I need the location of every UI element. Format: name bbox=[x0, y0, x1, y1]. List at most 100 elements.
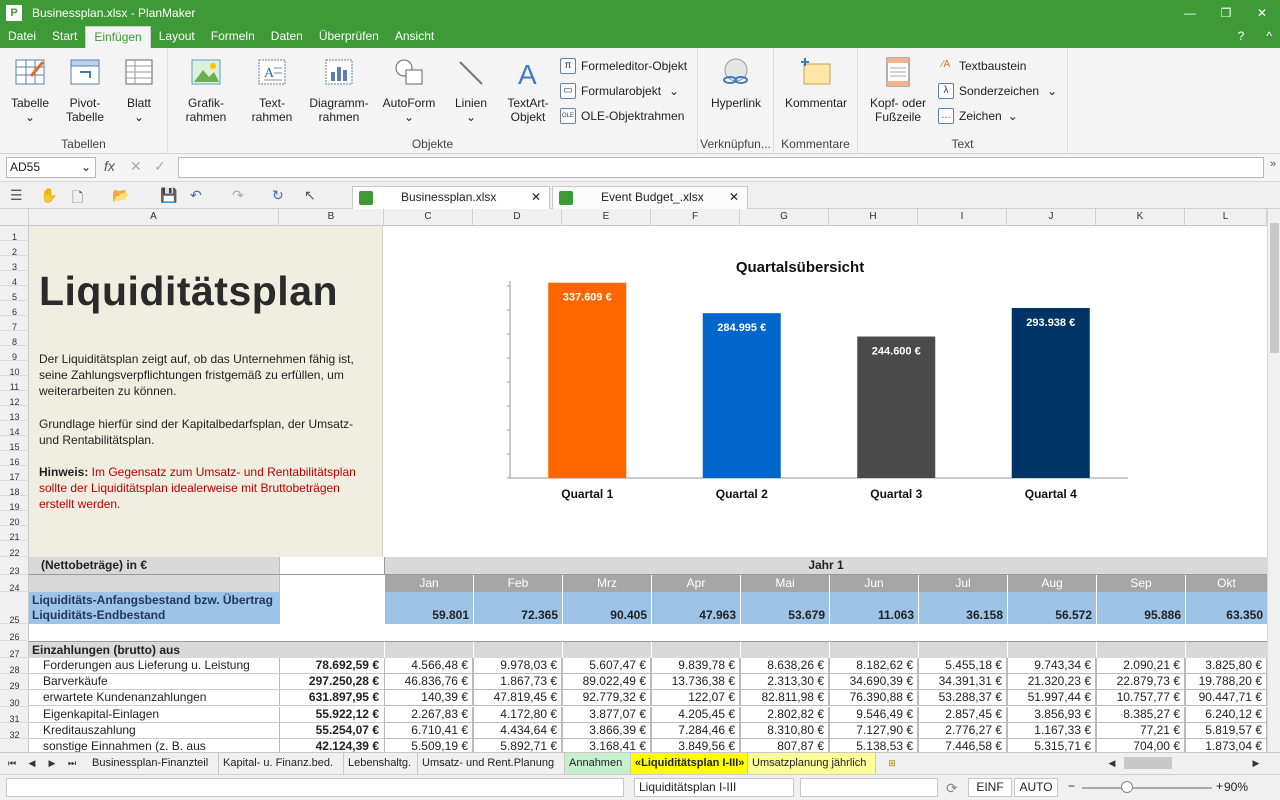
row-header[interactable]: 8 bbox=[0, 331, 29, 347]
chart-bar[interactable] bbox=[857, 336, 936, 478]
item-value[interactable]: 2.802,82 € bbox=[740, 707, 829, 723]
item-value[interactable]: 92.779,32 € bbox=[562, 690, 651, 706]
item-value[interactable]: 34.391,31 € bbox=[918, 674, 1007, 690]
opening-value[interactable]: 47.963 bbox=[651, 592, 740, 624]
insert-mode[interactable]: EINF bbox=[968, 778, 1012, 797]
characters-button[interactable]: … Zeichen ⌄ bbox=[938, 106, 1018, 126]
zoom-in-icon[interactable]: + bbox=[1216, 779, 1223, 793]
item-label[interactable]: Forderungen aus Lieferung u. Leistung bbox=[29, 658, 279, 674]
item-value[interactable]: 90.447,71 € bbox=[1185, 690, 1267, 706]
row-header[interactable]: 9 bbox=[0, 346, 29, 362]
picture-frame-button[interactable]: Grafik- rahmen bbox=[176, 54, 236, 124]
item-value[interactable]: 22.879,73 € bbox=[1096, 674, 1185, 690]
item-label[interactable]: erwartete Kundenanzahlungen bbox=[29, 690, 279, 706]
quarterly-bar-chart[interactable]: Quartalsübersicht 337.609 € Quartal 1 284.… bbox=[383, 226, 1267, 557]
row-header[interactable]: 18 bbox=[0, 481, 29, 497]
column-header[interactable]: E bbox=[562, 209, 651, 226]
function-icon[interactable]: fx bbox=[104, 158, 115, 174]
table-cell[interactable] bbox=[651, 641, 740, 658]
item-label[interactable]: Eigenkapital-Einlagen bbox=[29, 707, 279, 723]
cancel-icon[interactable]: ✕ bbox=[130, 158, 142, 175]
item-value[interactable]: 8.310,80 € bbox=[740, 723, 829, 739]
item-value[interactable]: 8.182,62 € bbox=[829, 658, 918, 674]
item-value[interactable]: 5.315,71 € bbox=[1007, 739, 1096, 752]
item-value[interactable]: 21.320,23 € bbox=[1007, 674, 1096, 690]
chart-bar[interactable] bbox=[1011, 307, 1090, 478]
repeat-icon[interactable]: ↻ bbox=[272, 187, 284, 204]
row-header[interactable]: 28 bbox=[0, 658, 29, 675]
item-total[interactable]: 55.254,07 € bbox=[279, 723, 384, 739]
row-header[interactable]: 29 bbox=[0, 674, 29, 691]
doc-tab-businessplan[interactable]: Businessplan.xlsx ✕ bbox=[352, 186, 550, 209]
formula-editor-object-button[interactable]: π Formeleditor-Objekt bbox=[560, 56, 687, 76]
opening-value[interactable]: 95.886 bbox=[1096, 592, 1185, 624]
autoshape-button[interactable]: AutoForm ⌄ bbox=[378, 54, 440, 124]
item-value[interactable]: 51.997,44 € bbox=[1007, 690, 1096, 706]
table-cell[interactable] bbox=[279, 557, 384, 575]
row-header[interactable]: 22 bbox=[0, 541, 29, 558]
item-value[interactable]: 34.690,39 € bbox=[829, 674, 918, 690]
opening-value[interactable]: 63.350 bbox=[1185, 592, 1267, 624]
item-value[interactable]: 4.434,64 € bbox=[473, 723, 562, 739]
item-value[interactable]: 7.446,58 € bbox=[918, 739, 1007, 752]
pointer-icon[interactable]: ↖ bbox=[304, 187, 316, 204]
sheet-tab[interactable]: Lebenshaltg. bbox=[344, 753, 418, 774]
month-header[interactable]: Sep bbox=[1096, 575, 1185, 592]
column-header[interactable]: K bbox=[1096, 209, 1185, 226]
item-total[interactable]: 78.692,59 € bbox=[279, 658, 384, 674]
chart-bar[interactable] bbox=[548, 282, 627, 478]
item-total[interactable]: 297.250,28 € bbox=[279, 674, 384, 690]
recalculate-icon[interactable]: ⟳ bbox=[946, 780, 958, 797]
insert-table-button[interactable]: Tabelle ⌄ bbox=[6, 54, 54, 124]
row-header[interactable]: 14 bbox=[0, 421, 29, 437]
item-value[interactable]: 9.743,34 € bbox=[1007, 658, 1096, 674]
row-header[interactable]: 24 bbox=[0, 575, 29, 593]
table-header-label[interactable]: (Nettobeträge) in € bbox=[29, 557, 279, 575]
insert-sheet-button[interactable]: Blatt ⌄ bbox=[116, 54, 162, 124]
ole-frame-button[interactable]: OLE OLE-Objektrahmen bbox=[560, 106, 684, 126]
tab-ueberpruefen[interactable]: Überprüfen bbox=[311, 26, 387, 48]
open-folder-icon[interactable]: 📂 bbox=[112, 187, 129, 204]
month-header[interactable]: Aug bbox=[1007, 575, 1096, 592]
scroll-left-icon[interactable]: ◀ bbox=[1104, 755, 1120, 771]
sheet-tab[interactable]: Kapital- u. Finanz.bed. bbox=[219, 753, 344, 774]
table-cell[interactable] bbox=[279, 592, 384, 624]
item-value[interactable]: 3.849,56 € bbox=[651, 739, 740, 752]
header-footer-button[interactable]: Kopf- oder Fußzeile bbox=[864, 54, 932, 124]
tab-einfuegen[interactable]: Einfügen bbox=[85, 26, 151, 48]
column-header[interactable]: D bbox=[473, 209, 562, 226]
row-header[interactable]: 27 bbox=[0, 641, 29, 659]
item-value[interactable]: 10.757,77 € bbox=[1096, 690, 1185, 706]
doc-tab-event-budget[interactable]: Event Budget_.xlsx ✕ bbox=[552, 186, 748, 209]
table-cell[interactable] bbox=[1185, 641, 1267, 658]
new-document-icon[interactable]: 🗋 bbox=[72, 187, 83, 211]
vertical-scrollbar[interactable] bbox=[1267, 209, 1280, 752]
item-value[interactable]: 46.836,76 € bbox=[384, 674, 473, 690]
hyperlink-button[interactable]: Hyperlink bbox=[704, 54, 768, 110]
table-cell[interactable] bbox=[829, 641, 918, 658]
column-header[interactable]: A bbox=[29, 209, 279, 226]
text-frame-button[interactable]: A Text- rahmen bbox=[244, 54, 300, 124]
insert-pivot-table-button[interactable]: Pivot- Tabelle bbox=[60, 54, 110, 124]
opening-value[interactable]: 59.801 bbox=[384, 592, 473, 624]
row-header[interactable]: 4 bbox=[0, 271, 29, 287]
chart-area[interactable]: Quartalsübersicht 337.609 € Quartal 1 284.… bbox=[383, 226, 1267, 557]
tab-daten[interactable]: Daten bbox=[263, 26, 311, 48]
item-value[interactable]: 5.138,53 € bbox=[829, 739, 918, 752]
tab-datei[interactable]: Datei bbox=[0, 26, 44, 48]
table-cell[interactable] bbox=[279, 641, 384, 658]
zoom-slider[interactable] bbox=[1082, 787, 1212, 789]
row-header[interactable]: 2 bbox=[0, 241, 29, 257]
column-header[interactable]: G bbox=[740, 209, 829, 226]
row-header[interactable]: 5 bbox=[0, 286, 29, 302]
item-value[interactable]: 2.776,27 € bbox=[918, 723, 1007, 739]
item-value[interactable]: 4.172,80 € bbox=[473, 707, 562, 723]
row-header[interactable]: 10 bbox=[0, 361, 29, 377]
column-header[interactable]: L bbox=[1185, 209, 1267, 226]
collapse-ribbon-icon[interactable]: ^ bbox=[1266, 26, 1272, 47]
row-header[interactable]: 17 bbox=[0, 466, 29, 482]
row-header[interactable]: 7 bbox=[0, 316, 29, 332]
last-sheet-icon[interactable]: ⏭ bbox=[64, 755, 80, 771]
item-value[interactable]: 7.284,46 € bbox=[651, 723, 740, 739]
item-value[interactable]: 5.607,47 € bbox=[562, 658, 651, 674]
